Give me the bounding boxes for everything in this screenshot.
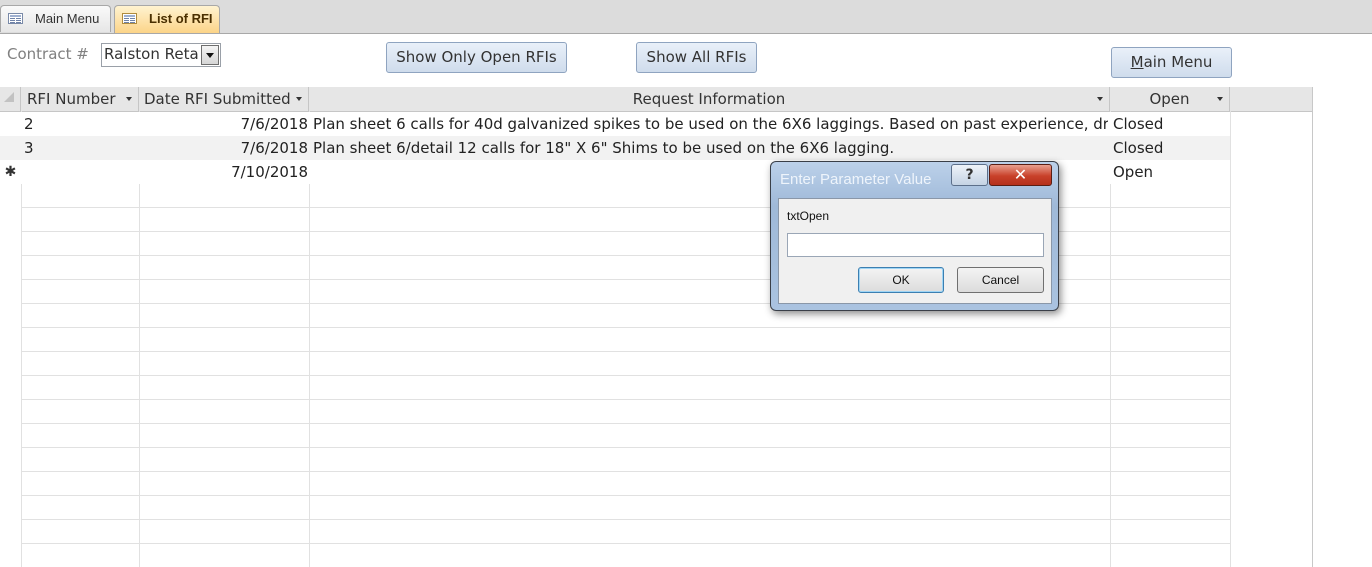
grid-row-line bbox=[21, 447, 1230, 448]
tab-list-of-rfi[interactable]: List of RFI bbox=[114, 5, 220, 33]
hotkey-letter: M bbox=[1130, 53, 1144, 71]
grid-row-line bbox=[21, 351, 1230, 352]
enter-parameter-value-dialog: Enter Parameter Value ? ✕ txtOpen OK Can… bbox=[770, 161, 1059, 311]
column-header-label: RFI Number bbox=[27, 90, 116, 108]
main-menu-button[interactable]: Main Menu bbox=[1111, 47, 1232, 78]
column-header-request-information[interactable]: Request Information bbox=[309, 87, 1110, 111]
grid-row-line bbox=[21, 495, 1230, 496]
column-header-label: Open bbox=[1149, 90, 1190, 108]
record-selector[interactable] bbox=[0, 112, 21, 136]
parameter-value-input[interactable] bbox=[787, 233, 1044, 257]
sort-filter-arrow-icon[interactable] bbox=[1217, 97, 1223, 101]
grid-row-line bbox=[21, 519, 1230, 520]
grid-row-line bbox=[21, 423, 1230, 424]
tab-label: Main Menu bbox=[35, 11, 100, 26]
sort-filter-arrow-icon[interactable] bbox=[126, 97, 132, 101]
tab-main-menu[interactable]: Main Menu bbox=[0, 5, 111, 32]
grid-row-line bbox=[21, 375, 1230, 376]
dropdown-arrow-icon[interactable] bbox=[201, 45, 219, 65]
cancel-button[interactable]: Cancel bbox=[957, 267, 1044, 293]
ok-button[interactable]: OK bbox=[858, 267, 944, 293]
help-button[interactable]: ? bbox=[951, 164, 988, 186]
contract-label: Contract # bbox=[7, 45, 89, 63]
table-row[interactable]: 3 7/6/2018 Plan sheet 6/detail 12 calls … bbox=[0, 136, 1230, 160]
grid-row-line bbox=[21, 543, 1230, 544]
column-header-date-submitted[interactable]: Date RFI Submitted bbox=[139, 87, 309, 111]
document-tab-bar: Main Menu List of RFI bbox=[0, 0, 1372, 34]
show-only-open-rfis-button[interactable]: Show Only Open RFIs bbox=[386, 42, 567, 73]
cell-open[interactable]: Closed bbox=[1113, 112, 1228, 136]
column-header-label: Request Information bbox=[632, 90, 786, 108]
select-all-corner[interactable] bbox=[0, 87, 21, 111]
column-header-label: Date RFI Submitted bbox=[144, 90, 291, 108]
grid-row-line bbox=[21, 471, 1230, 472]
dialog-title: Enter Parameter Value bbox=[780, 171, 932, 188]
cell-rfi-number[interactable]: 3 bbox=[24, 136, 136, 160]
grid-column-line bbox=[1230, 111, 1231, 567]
cell-rfi-number[interactable]: 2 bbox=[24, 112, 136, 136]
contract-combo-box[interactable]: Ralston Retai bbox=[101, 43, 221, 67]
form-icon bbox=[8, 13, 23, 24]
cell-date-submitted[interactable]: 7/6/2018 bbox=[139, 136, 308, 160]
cell-request-information[interactable]: Plan sheet 6 calls for 40d galvanized sp… bbox=[313, 112, 1108, 136]
show-all-rfis-button[interactable]: Show All RFIs bbox=[636, 42, 757, 73]
sort-filter-arrow-icon[interactable] bbox=[1097, 97, 1103, 101]
cell-open[interactable]: Open bbox=[1113, 160, 1228, 184]
new-record-selector-icon[interactable]: ✱ bbox=[0, 160, 21, 184]
parameter-prompt-label: txtOpen bbox=[787, 209, 830, 223]
form-icon bbox=[122, 13, 137, 24]
rfi-datasheet[interactable]: RFI Number Date RFI Submitted Request In… bbox=[0, 87, 1313, 567]
tab-label: List of RFI bbox=[149, 11, 213, 26]
column-header-open[interactable]: Open bbox=[1110, 87, 1230, 111]
column-header-row: RFI Number Date RFI Submitted Request In… bbox=[0, 87, 1312, 112]
cell-date-submitted[interactable]: 7/6/2018 bbox=[139, 112, 308, 136]
table-row[interactable]: 2 7/6/2018 Plan sheet 6 calls for 40d ga… bbox=[0, 112, 1230, 136]
cell-request-information[interactable]: Plan sheet 6/detail 12 calls for 18" X 6… bbox=[313, 136, 1108, 160]
grid-row-line bbox=[21, 327, 1230, 328]
button-label: ain Menu bbox=[1143, 53, 1213, 71]
grid-row-line bbox=[21, 399, 1230, 400]
sort-filter-arrow-icon[interactable] bbox=[296, 97, 302, 101]
dialog-body: txtOpen OK Cancel bbox=[778, 198, 1052, 304]
cell-rfi-number[interactable] bbox=[24, 160, 136, 184]
cell-open[interactable]: Closed bbox=[1113, 136, 1228, 160]
contract-value: Ralston Retai bbox=[104, 45, 200, 63]
cell-date-submitted[interactable]: 7/10/2018 bbox=[139, 160, 308, 184]
close-button[interactable]: ✕ bbox=[989, 164, 1052, 186]
column-header-rfi-number[interactable]: RFI Number bbox=[21, 87, 139, 111]
record-selector[interactable] bbox=[0, 136, 21, 160]
